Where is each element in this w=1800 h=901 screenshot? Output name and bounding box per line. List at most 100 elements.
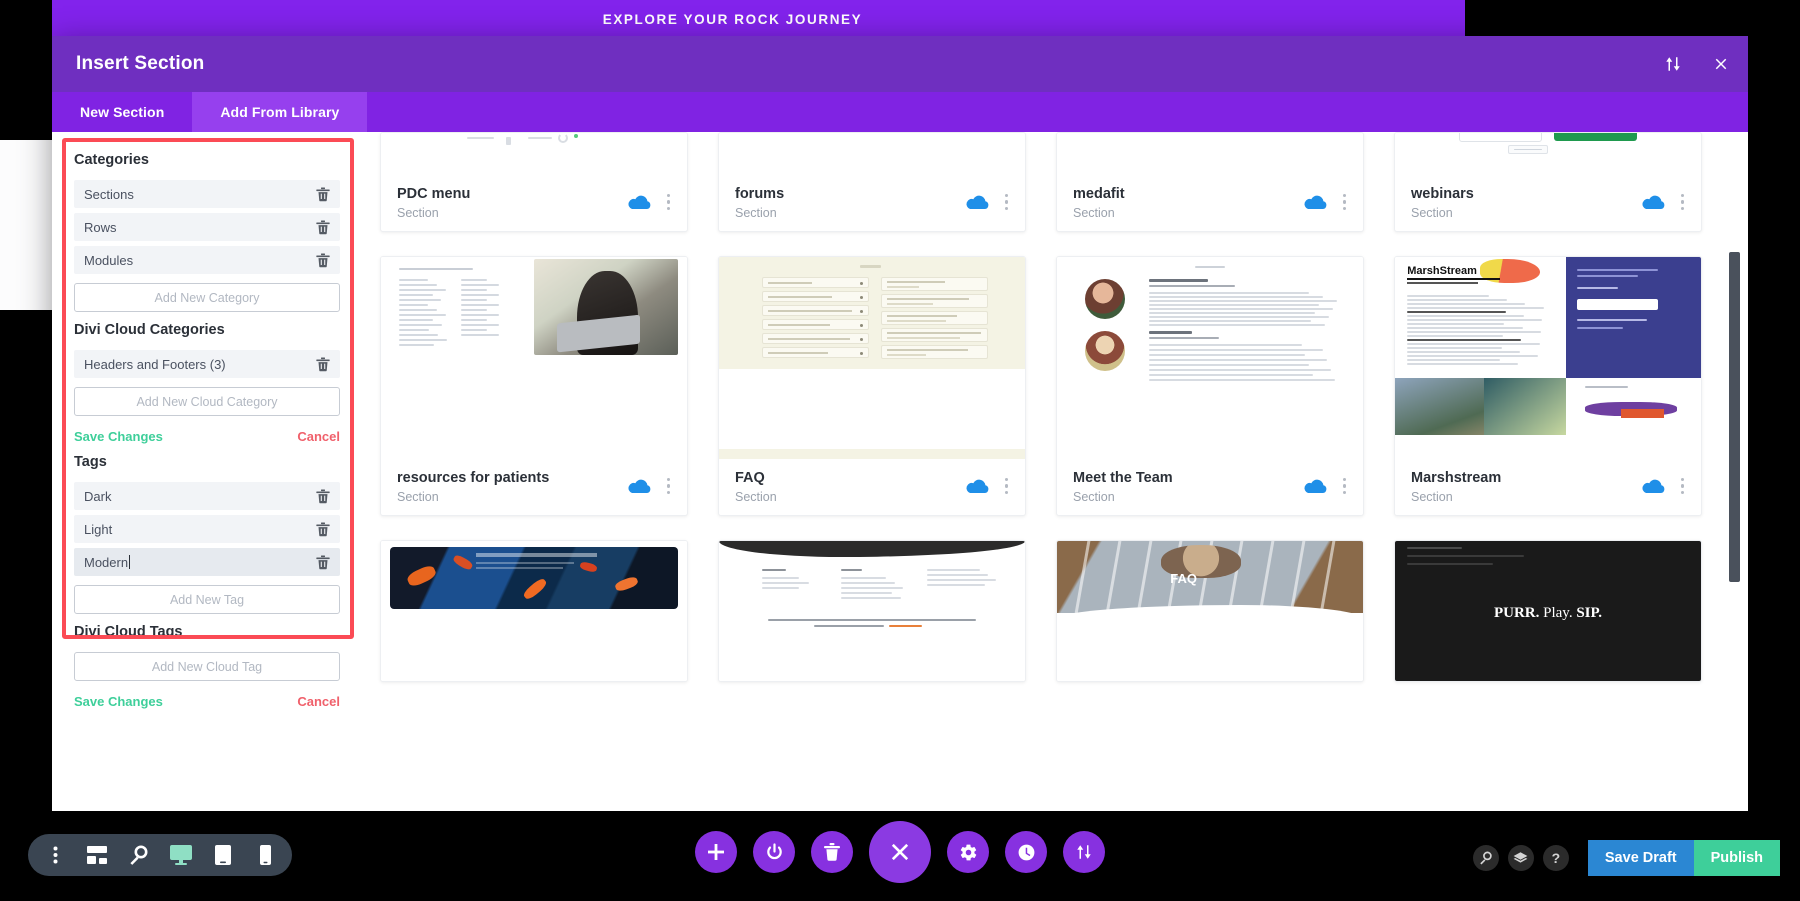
tag-row[interactable]: Light bbox=[74, 515, 340, 543]
item-options-icon[interactable] bbox=[1005, 194, 1009, 212]
library-item-card[interactable]: medafit Section bbox=[1056, 132, 1364, 232]
modal-header: Insert Section bbox=[52, 36, 1748, 92]
tag-cancel-link[interactable]: Cancel bbox=[297, 694, 340, 709]
cloud-categories-list: Headers and Footers (3) bbox=[74, 350, 340, 378]
category-cancel-link[interactable]: Cancel bbox=[297, 429, 340, 444]
library-item-texts: forums Section bbox=[735, 186, 965, 220]
library-item-card[interactable]: FAQ Section bbox=[718, 256, 1026, 516]
add-new-cloud-tag-button[interactable]: Add New Cloud Tag bbox=[74, 652, 340, 681]
cloud-icon[interactable] bbox=[627, 193, 653, 213]
trash-icon[interactable] bbox=[316, 357, 330, 372]
tag-label[interactable]: Modern bbox=[84, 555, 131, 570]
item-options-icon[interactable] bbox=[1681, 478, 1685, 496]
tag-row[interactable]: Modern bbox=[74, 548, 340, 576]
add-icon[interactable] bbox=[695, 831, 737, 873]
cloud-icon[interactable] bbox=[1303, 193, 1329, 213]
cloud-icon[interactable] bbox=[1641, 477, 1667, 497]
tab-add-from-library[interactable]: Add From Library bbox=[192, 92, 368, 132]
save-draft-button[interactable]: Save Draft bbox=[1587, 840, 1694, 876]
grid-scrollbar[interactable] bbox=[1728, 132, 1740, 811]
tablet-icon[interactable] bbox=[212, 844, 234, 866]
page-banner-text: EXPLORE YOUR ROCK JOURNEY bbox=[602, 11, 863, 27]
library-grid: PDC menu Section forums Section medafit Secti… bbox=[380, 132, 1702, 682]
tag-row[interactable]: Dark bbox=[74, 482, 340, 510]
library-item-footer: Meet the Team Section bbox=[1057, 459, 1363, 515]
item-options-icon[interactable] bbox=[667, 478, 671, 496]
category-row[interactable]: Modules bbox=[74, 246, 340, 274]
cloud-icon[interactable] bbox=[965, 193, 991, 213]
modal-tabs: New Section Add From Library bbox=[52, 92, 1748, 132]
tab-new-section[interactable]: New Section bbox=[52, 92, 192, 132]
library-item-texts: medafit Section bbox=[1073, 186, 1303, 220]
portability-icon[interactable] bbox=[1063, 831, 1105, 873]
library-item-texts: Meet the Team Section bbox=[1073, 470, 1303, 504]
cloud-icon[interactable] bbox=[965, 477, 991, 497]
add-new-category-button[interactable]: Add New Category bbox=[74, 283, 340, 312]
tag-label[interactable]: Light bbox=[84, 522, 112, 537]
add-new-cloud-category-button[interactable]: Add New Cloud Category bbox=[74, 387, 340, 416]
close-toolbar-icon[interactable] bbox=[869, 821, 931, 883]
sort-icon[interactable] bbox=[1662, 53, 1684, 75]
cloud-categories-heading: Divi Cloud Categories bbox=[74, 322, 225, 338]
more-options-icon[interactable] bbox=[44, 844, 66, 866]
phone-icon[interactable] bbox=[254, 844, 276, 866]
item-options-icon[interactable] bbox=[1005, 478, 1009, 496]
cloud-category-label[interactable]: Headers and Footers (3) bbox=[84, 357, 226, 372]
category-save-changes-link[interactable]: Save Changes bbox=[74, 429, 163, 444]
library-item-thumbnail bbox=[1395, 133, 1701, 175]
library-item-card[interactable] bbox=[380, 540, 688, 682]
category-row[interactable]: Rows bbox=[74, 213, 340, 241]
category-name: Rows bbox=[84, 219, 117, 235]
search-icon[interactable] bbox=[1472, 845, 1499, 871]
library-item-card[interactable]: webinars Section bbox=[1394, 132, 1702, 232]
category-label[interactable]: Sections bbox=[84, 187, 134, 202]
tag-save-changes-link[interactable]: Save Changes bbox=[74, 694, 163, 709]
item-options-icon[interactable] bbox=[667, 194, 671, 212]
library-item-card[interactable]: PDC menu Section bbox=[380, 132, 688, 232]
trash-icon[interactable] bbox=[316, 253, 330, 268]
library-item-subtitle: Section bbox=[397, 205, 439, 220]
trash-icon[interactable] bbox=[316, 522, 330, 537]
grid-scrollbar-thumb[interactable] bbox=[1729, 252, 1740, 582]
wireframe-icon[interactable] bbox=[86, 844, 108, 866]
history-icon[interactable] bbox=[1005, 831, 1047, 873]
trash-icon[interactable] bbox=[316, 555, 330, 570]
desktop-icon[interactable] bbox=[170, 844, 192, 866]
library-item-card[interactable]: resources for patients Section bbox=[380, 256, 688, 516]
category-label[interactable]: Rows bbox=[84, 220, 117, 235]
library-item-card[interactable]: PURR. Play. SIP. bbox=[1394, 540, 1702, 682]
trash-icon[interactable] bbox=[316, 220, 330, 235]
library-item-card[interactable]: forums Section bbox=[718, 132, 1026, 232]
category-row[interactable]: Sections bbox=[74, 180, 340, 208]
trash-icon[interactable] bbox=[316, 187, 330, 202]
item-options-icon[interactable] bbox=[1343, 194, 1347, 212]
trash-icon[interactable] bbox=[316, 489, 330, 504]
help-icon[interactable]: ? bbox=[1542, 845, 1569, 871]
add-new-tag-button[interactable]: Add New Tag bbox=[74, 585, 340, 614]
item-options-icon[interactable] bbox=[1681, 194, 1685, 212]
layers-icon[interactable] bbox=[1507, 845, 1534, 871]
library-item-footer: forums Section bbox=[719, 175, 1025, 231]
settings-icon[interactable] bbox=[947, 831, 989, 873]
close-icon[interactable] bbox=[1710, 53, 1732, 75]
page-left-gutter-bottom bbox=[0, 310, 52, 830]
library-item-card[interactable] bbox=[718, 540, 1026, 682]
library-item-texts: resources for patients Section bbox=[397, 470, 627, 504]
library-item-card[interactable]: FAQ bbox=[1056, 540, 1364, 682]
library-item-card[interactable]: MarshStream Marshstream Section bbox=[1394, 256, 1702, 516]
cloud-icon[interactable] bbox=[1641, 193, 1667, 213]
cloud-category-row[interactable]: Headers and Footers (3) bbox=[74, 350, 340, 378]
library-item-title: forums bbox=[735, 186, 785, 203]
library-item-card[interactable]: Meet the Team Section bbox=[1056, 256, 1364, 516]
publish-button[interactable]: Publish bbox=[1693, 840, 1780, 876]
cloud-icon[interactable] bbox=[1303, 477, 1329, 497]
item-options-icon[interactable] bbox=[1343, 478, 1347, 496]
cloud-icon[interactable] bbox=[627, 477, 653, 497]
categories-list: Sections Rows Modules bbox=[74, 180, 340, 274]
zoom-icon[interactable] bbox=[128, 844, 150, 866]
category-label[interactable]: Modules bbox=[84, 253, 133, 268]
power-icon[interactable] bbox=[753, 831, 795, 873]
help-icon-label: ? bbox=[1551, 850, 1561, 866]
tag-label[interactable]: Dark bbox=[84, 489, 111, 504]
trash-icon[interactable] bbox=[811, 831, 853, 873]
